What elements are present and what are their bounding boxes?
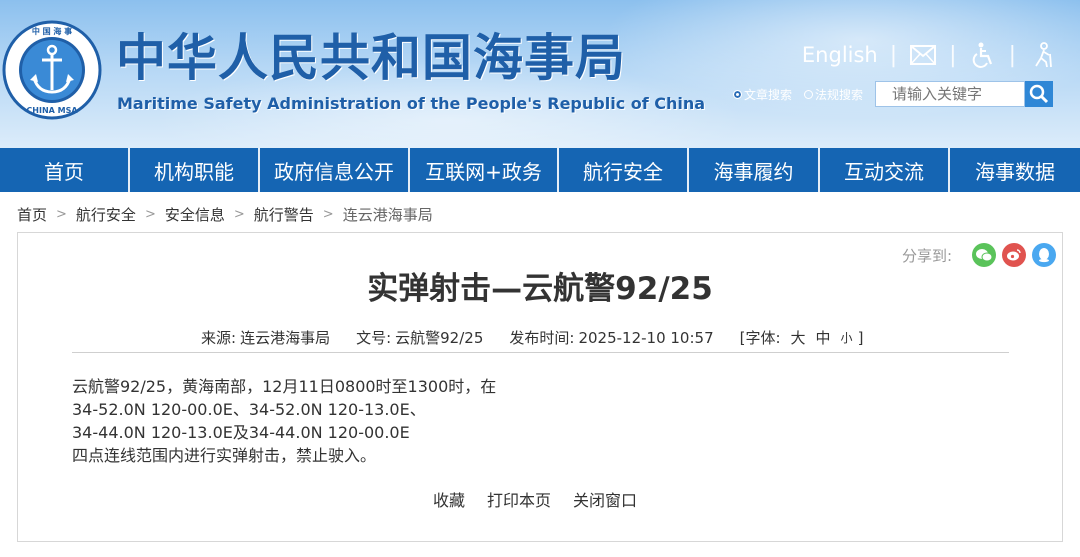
font-size-small[interactable]: 小 bbox=[841, 329, 853, 346]
msa-logo[interactable]: 中 国 海 事 CHINA MSA bbox=[2, 20, 102, 120]
site-title-cn: 中华人民共和国海事局 bbox=[116, 29, 626, 87]
search-bar: 文章搜索 法规搜索 bbox=[733, 80, 1054, 108]
article-paragraph: 四点连线范围内进行实弹射击，禁止驶入。 bbox=[72, 446, 377, 465]
anchor-icon: 中 国 海 事 CHINA MSA bbox=[2, 20, 102, 120]
nav-item-home[interactable]: 首页 bbox=[0, 148, 130, 192]
source-value: 连云港海事局 bbox=[240, 329, 331, 347]
search-input[interactable] bbox=[875, 81, 1026, 107]
radio-icon[interactable] bbox=[804, 89, 814, 99]
radio-selected-icon[interactable] bbox=[733, 89, 742, 99]
elder-care-icon[interactable] bbox=[1028, 42, 1056, 68]
breadcrumb-item-navigation-safety[interactable]: 航行安全 bbox=[76, 204, 136, 225]
print-button[interactable]: 打印本页 bbox=[487, 487, 551, 511]
separator: | bbox=[889, 42, 898, 68]
font-size-label: [字体: bbox=[739, 329, 781, 347]
search-option-regulations[interactable]: 法规搜索 bbox=[804, 86, 863, 103]
article-actions: 收藏 打印本页 关闭窗口 bbox=[433, 487, 637, 511]
breadcrumb-item-safety-info[interactable]: 安全信息 bbox=[165, 204, 225, 225]
separator: | bbox=[949, 42, 957, 68]
article-paragraph: 云航警92/25，黄海南部，12月11日0800时至1300时，在 bbox=[72, 377, 497, 396]
close-window-button[interactable]: 关闭窗口 bbox=[573, 487, 637, 511]
breadcrumb-separator: > bbox=[322, 206, 334, 222]
search-option-label: 法规搜索 bbox=[815, 87, 864, 102]
breadcrumb-separator: > bbox=[233, 206, 245, 222]
nav-item-navigation-safety[interactable]: 航行安全 bbox=[559, 148, 689, 192]
nav-item-interaction[interactable]: 互动交流 bbox=[820, 148, 950, 192]
bookmark-button[interactable]: 收藏 bbox=[433, 487, 465, 511]
doc-number-value: 云航警92/25 bbox=[395, 329, 484, 347]
breadcrumb-item-home[interactable]: 首页 bbox=[17, 204, 47, 225]
search-icon bbox=[1029, 84, 1049, 104]
search-option-label: 文章搜索 bbox=[744, 87, 793, 102]
article-panel: 分享到: 实弹射击—云航警92/25 来源: 连云港海事局 文号: 云航警92/… bbox=[17, 232, 1063, 542]
svg-text:中 国 海 事: 中 国 海 事 bbox=[32, 26, 72, 36]
nav-item-gov-info[interactable]: 政府信息公开 bbox=[260, 148, 410, 192]
nav-item-compliance[interactable]: 海事履约 bbox=[689, 148, 820, 192]
top-links: English | | | bbox=[802, 40, 1056, 70]
breadcrumb: 首页 > 航行安全 > 安全信息 > 航行警告 > 连云港海事局 bbox=[17, 203, 433, 225]
breadcrumb-item-nav-warnings[interactable]: 航行警告 bbox=[254, 204, 314, 225]
article-body: 云航警92/25，黄海南部，12月11日0800时至1300时，在 34-52.… bbox=[72, 375, 496, 467]
publish-date-value: 2025-12-10 10:57 bbox=[578, 328, 714, 347]
breadcrumb-item-current[interactable]: 连云港海事局 bbox=[343, 204, 433, 225]
nav-item-data[interactable]: 海事数据 bbox=[950, 148, 1080, 192]
source-label: 来源: bbox=[201, 329, 237, 347]
breadcrumb-separator: > bbox=[56, 206, 67, 222]
search-button[interactable] bbox=[1025, 81, 1054, 107]
nav-item-internet-gov[interactable]: 互联网+政务 bbox=[410, 148, 559, 192]
font-size-large[interactable]: 大 bbox=[791, 327, 806, 348]
nav-item-functions[interactable]: 机构职能 bbox=[130, 148, 260, 192]
main-nav: 首页 机构职能 政府信息公开 互联网+政务 航行安全 海事履约 互动交流 海事数… bbox=[0, 148, 1080, 192]
site-header: 中 国 海 事 CHINA MSA 中华人民共和国海事局 Maritime Sa… bbox=[0, 0, 1080, 148]
english-link[interactable]: English bbox=[802, 43, 878, 67]
separator: | bbox=[1008, 42, 1016, 68]
article-meta: 来源: 连云港海事局 文号: 云航警92/25 发布时间: 2025-12-10… bbox=[201, 327, 863, 348]
mail-icon[interactable] bbox=[909, 42, 937, 68]
search-option-articles[interactable]: 文章搜索 bbox=[733, 86, 792, 103]
article-paragraph: 34-44.0N 120-13.0E及34-44.0N 120-00.0E bbox=[72, 423, 410, 442]
article-paragraph: 34-52.0N 120-00.0E、34-52.0N 120-13.0E、 bbox=[72, 400, 426, 419]
divider bbox=[72, 352, 1009, 353]
accessibility-icon[interactable] bbox=[969, 42, 997, 68]
publish-date-label: 发布时间: bbox=[509, 329, 575, 347]
svg-text:CHINA MSA: CHINA MSA bbox=[26, 106, 78, 115]
font-size-close: ] bbox=[857, 328, 864, 347]
breadcrumb-separator: > bbox=[144, 206, 156, 222]
article-title: 实弹射击—云航警92/25 bbox=[367, 271, 713, 307]
font-size-medium[interactable]: 中 bbox=[816, 327, 831, 348]
site-title-en: Maritime Safety Administration of the Pe… bbox=[117, 94, 706, 113]
doc-number-label: 文号: bbox=[356, 329, 392, 347]
